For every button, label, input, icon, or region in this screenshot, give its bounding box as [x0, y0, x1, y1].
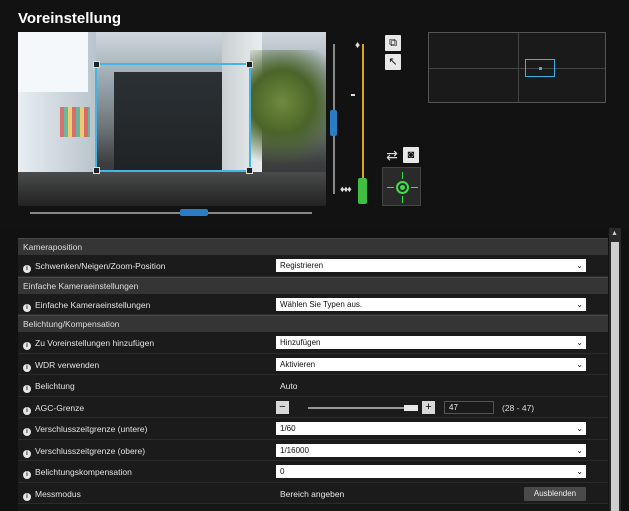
row-shutter-upper: i Verschlusszeitgrenze (obere) 1/16000 ⌄ — [18, 439, 608, 461]
info-icon[interactable]: i — [23, 428, 31, 436]
row-label-metering: i Messmodus — [23, 489, 81, 501]
agc-decrease-button[interactable]: − — [276, 400, 289, 414]
crosshair-left-tick — [387, 187, 394, 188]
chevron-down-icon: ⌄ — [576, 261, 583, 270]
pan-slider-thumb[interactable] — [180, 209, 208, 216]
settings-panel: Kameraposition i Schwenken/Neigen/Zoom-Po… — [18, 238, 608, 511]
row-label-ptz-position: i Schwenken/Neigen/Zoom-Position — [23, 261, 165, 273]
info-icon[interactable]: i — [23, 492, 31, 501]
row-label-agc-limit: i AGC-Grenze — [23, 403, 84, 415]
scroll-up-icon[interactable]: ▲ — [611, 230, 618, 237]
swap-arrows-icon[interactable]: ⇄ — [384, 147, 400, 163]
camera-image-poster — [60, 107, 90, 137]
ptz-position-select[interactable]: Registrieren ⌄ — [276, 259, 586, 272]
row-exposure: i Belichtung Auto — [18, 375, 608, 397]
overview-vertical-line — [518, 33, 519, 102]
camera-icon[interactable]: ◙ — [403, 147, 419, 163]
crosshair-top-tick — [402, 172, 403, 179]
zoom-midpoint-mark — [351, 94, 355, 96]
page-title: Voreinstellung — [18, 10, 122, 27]
section-simple-settings: Einfache Kameraeinstellungen — [18, 276, 608, 294]
wide-people-icon: ♦♦♦ — [340, 184, 352, 194]
simple-settings-select[interactable]: Wählen Sie Typen aus. ⌄ — [276, 297, 586, 311]
row-metering: i Messmodus Bereich angeben Ausblenden — [18, 482, 608, 504]
crosshair-bottom-tick — [402, 196, 403, 203]
row-simple-settings: i Einfache Kameraeinstellungen Wählen Sie… — [18, 293, 608, 315]
row-label-exposure: i Belichtung — [23, 381, 75, 393]
row-shutter-lower: i Verschlusszeitgrenze (untere) 1/60 ⌄ — [18, 418, 608, 440]
row-label-simple-settings: i Einfache Kameraeinstellungen — [23, 300, 150, 312]
agc-increase-button[interactable]: + — [422, 400, 435, 414]
pointer-icon[interactable]: ↖ — [385, 54, 401, 70]
camera-image-plant — [250, 50, 326, 180]
zoom-slider[interactable] — [358, 44, 367, 204]
row-label-add-to-presets: i Zu Voreinstellungen hinzufügen — [23, 338, 154, 350]
frame-handle-bottom-right[interactable] — [246, 167, 253, 174]
chevron-down-icon: ⌄ — [576, 467, 583, 476]
add-to-presets-select[interactable]: Hinzufügen ⌄ — [276, 336, 586, 349]
tele-person-icon: ♦ — [355, 40, 361, 51]
row-exposure-comp: i Belichtungskompensation 0 ⌄ — [18, 461, 608, 483]
zoom-slider-thumb[interactable] — [358, 178, 367, 204]
row-agc-limit: i AGC-Grenze − + 47 (28 - 47) — [18, 396, 608, 418]
tilt-slider[interactable] — [330, 44, 337, 194]
metering-value: Bereich angeben — [280, 488, 345, 499]
row-label-shutter-lower: i Verschlusszeitgrenze (untere) — [23, 424, 147, 436]
exposure-comp-select[interactable]: 0 ⌄ — [276, 465, 586, 478]
frame-handle-top-left[interactable] — [93, 61, 100, 68]
frame-handle-bottom-left[interactable] — [93, 167, 100, 174]
info-icon[interactable]: i — [23, 385, 31, 393]
agc-slider[interactable] — [308, 404, 418, 411]
use-wdr-select[interactable]: Aktivieren ⌄ — [276, 357, 586, 371]
section-exposure: Belichtung/Kompensation — [18, 315, 608, 332]
preset-header-area: Voreinstellung ♦ ♦♦♦ ⧉ ↖ ⇄ ◙ — [0, 0, 629, 228]
scrollbar-thumb[interactable] — [611, 242, 619, 511]
ptz-center-button[interactable] — [382, 167, 421, 206]
info-icon[interactable]: i — [23, 406, 31, 415]
info-icon[interactable]: i — [23, 342, 31, 350]
info-icon[interactable]: i — [23, 363, 31, 372]
row-label-exposure-comp: i Belichtungskompensation — [23, 467, 132, 479]
pan-slider[interactable] — [30, 209, 312, 216]
fit-window-icon[interactable]: ⧉ — [385, 35, 401, 51]
overview-map[interactable] — [428, 32, 606, 103]
exposure-value: Auto — [280, 381, 298, 391]
overview-horizontal-line — [429, 68, 605, 69]
agc-range-text: (28 - 47) — [502, 402, 535, 413]
zoom-area-frame[interactable] — [93, 61, 253, 174]
camera-image-floor — [18, 172, 326, 206]
scrollbar[interactable]: ▲ — [609, 228, 621, 511]
agc-value-input[interactable]: 47 — [444, 400, 494, 414]
chevron-down-icon: ⌄ — [576, 445, 583, 455]
row-label-shutter-upper: i Verschlusszeitgrenze (obere) — [23, 446, 145, 458]
chevron-down-icon: ⌄ — [576, 299, 583, 309]
chevron-down-icon: ⌄ — [576, 359, 583, 369]
row-use-wdr: i WDR verwenden Aktivieren ⌄ — [18, 353, 608, 375]
row-ptz-position: i Schwenken/Neigen/Zoom-Position Registri… — [18, 255, 608, 277]
agc-slider-thumb[interactable] — [404, 404, 418, 411]
row-add-to-presets: i Zu Voreinstellungen hinzufügen Hinzufüg… — [18, 332, 608, 354]
crosshair-center-dot — [400, 185, 405, 190]
info-icon[interactable]: i — [23, 449, 31, 458]
crosshair-right-tick — [411, 187, 418, 188]
chevron-down-icon: ⌄ — [576, 338, 583, 347]
info-icon[interactable]: i — [23, 303, 31, 312]
hide-button[interactable]: Ausblenden — [524, 486, 586, 501]
frame-handle-top-right[interactable] — [246, 61, 253, 68]
tilt-slider-thumb[interactable] — [330, 110, 337, 136]
info-icon[interactable]: i — [23, 265, 31, 273]
shutter-upper-select[interactable]: 1/16000 ⌄ — [276, 443, 586, 457]
section-camera-position: Kameraposition — [18, 238, 608, 255]
info-icon[interactable]: i — [23, 471, 31, 479]
camera-live-view[interactable] — [18, 32, 326, 206]
overview-view-frame[interactable] — [525, 59, 555, 77]
overview-center-dot — [539, 67, 542, 70]
chevron-down-icon: ⌄ — [576, 424, 583, 433]
camera-image-window — [18, 32, 88, 92]
shutter-lower-select[interactable]: 1/60 ⌄ — [276, 422, 586, 435]
row-label-use-wdr: i WDR verwenden — [23, 360, 99, 372]
